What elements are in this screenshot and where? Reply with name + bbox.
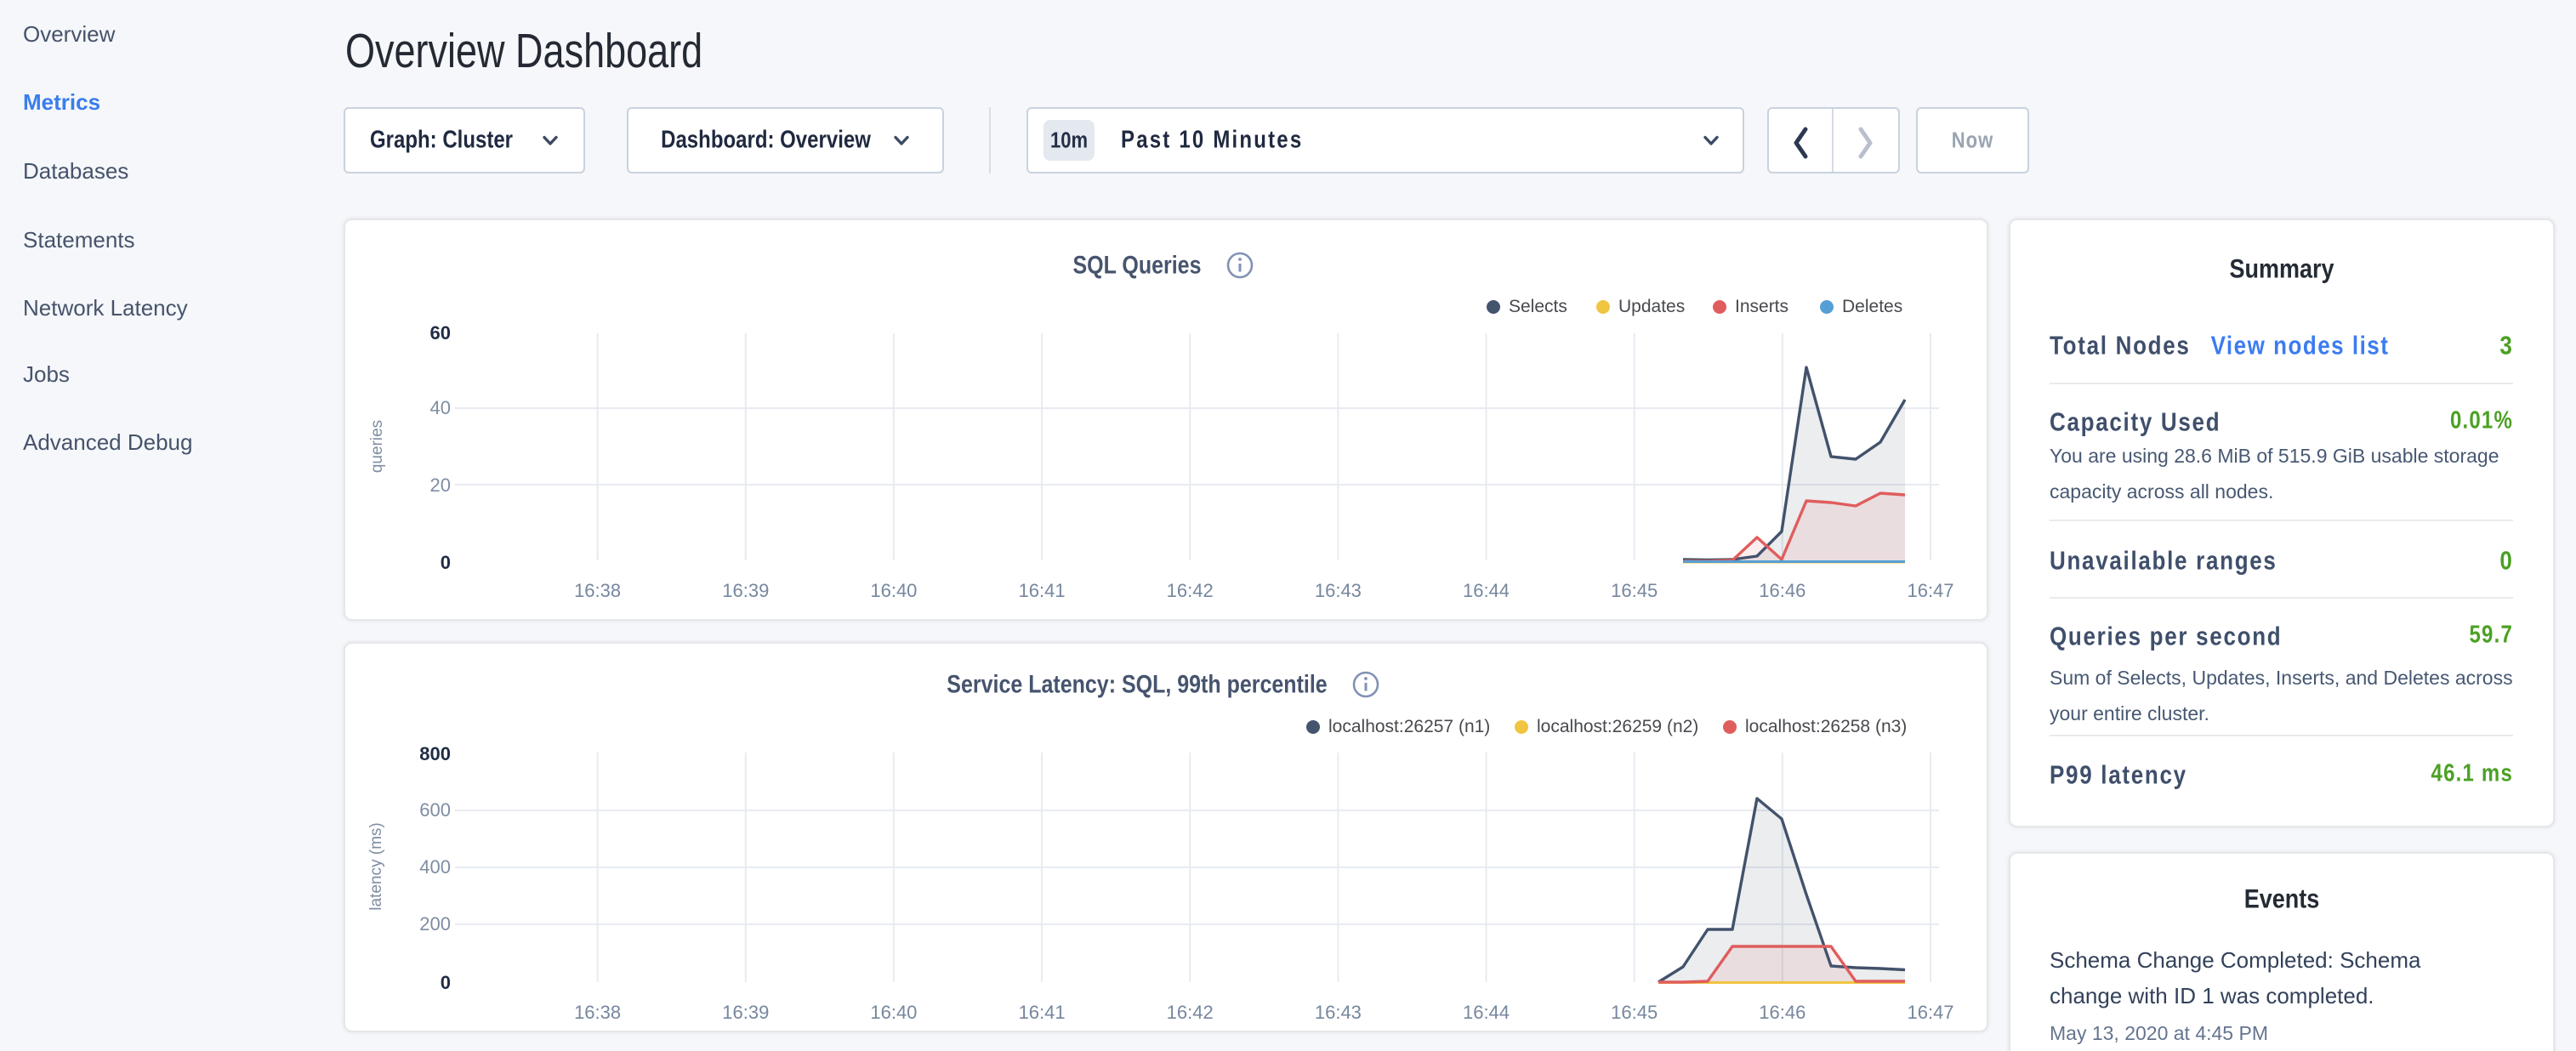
svg-text:16:45: 16:45 [1611, 1002, 1658, 1023]
svg-text:16:41: 16:41 [1019, 580, 1066, 601]
svg-text:16:38: 16:38 [574, 580, 621, 601]
svg-text:800: 800 [419, 743, 451, 764]
svg-text:0: 0 [441, 972, 451, 993]
svg-text:16:47: 16:47 [1907, 580, 1953, 601]
svg-text:16:38: 16:38 [574, 1002, 621, 1023]
svg-text:latency (ms): latency (ms) [367, 822, 385, 910]
svg-text:16:40: 16:40 [870, 580, 917, 601]
svg-text:16:44: 16:44 [1463, 580, 1510, 601]
svg-text:600: 600 [419, 799, 451, 821]
svg-text:16:43: 16:43 [1315, 580, 1362, 601]
svg-text:16:43: 16:43 [1315, 1002, 1362, 1023]
svg-text:16:42: 16:42 [1167, 1002, 1214, 1023]
svg-text:60: 60 [430, 322, 451, 344]
svg-text:16:42: 16:42 [1167, 580, 1214, 601]
svg-text:16:47: 16:47 [1907, 1002, 1953, 1023]
svg-text:200: 200 [419, 913, 451, 935]
svg-text:16:46: 16:46 [1759, 1002, 1805, 1023]
svg-text:20: 20 [430, 474, 451, 496]
svg-text:queries: queries [368, 420, 386, 473]
svg-text:16:45: 16:45 [1611, 580, 1658, 601]
svg-text:0: 0 [441, 552, 451, 573]
svg-text:16:41: 16:41 [1019, 1002, 1066, 1023]
svg-text:16:39: 16:39 [722, 580, 769, 601]
svg-text:16:39: 16:39 [722, 1002, 769, 1023]
svg-text:400: 400 [419, 856, 451, 878]
svg-text:16:40: 16:40 [870, 1002, 917, 1023]
svg-text:40: 40 [430, 397, 451, 418]
svg-text:16:44: 16:44 [1463, 1002, 1510, 1023]
svg-text:16:46: 16:46 [1759, 580, 1805, 601]
